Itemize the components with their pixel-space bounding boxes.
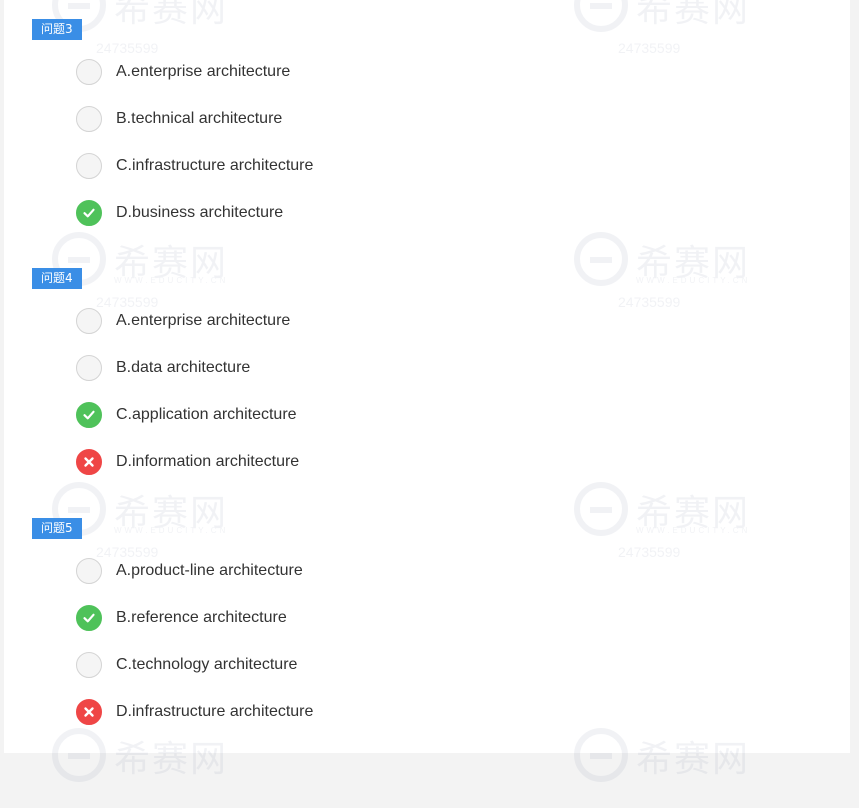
watermark: 希赛网 WWW.EDUCITY.CN 24735599 (574, 482, 774, 562)
radio-empty-icon[interactable] (76, 558, 102, 584)
watermark-brand: 希赛网 (636, 739, 751, 780)
check-icon[interactable] (76, 200, 102, 226)
radio-empty-icon[interactable] (76, 106, 102, 132)
option-text: D.business architecture (116, 204, 284, 221)
question-label: 问题4 (32, 268, 82, 289)
option-text: B.data architecture (116, 359, 251, 376)
option-5c[interactable]: C.technology architecture (76, 651, 297, 679)
watermark-brand: 希赛网 (114, 243, 229, 284)
watermark: 希赛网 (574, 728, 774, 808)
option-3b[interactable]: B.technical architecture (76, 105, 282, 133)
question-label: 问题5 (32, 518, 82, 539)
watermark: 希赛网 24735599 (52, 0, 252, 58)
watermark-logo-icon (574, 728, 628, 782)
watermark-brand: 希赛网 (636, 243, 751, 284)
watermark-logo-icon (574, 482, 628, 536)
option-text: C.technology architecture (116, 656, 298, 673)
option-text: C.application architecture (116, 406, 297, 423)
option-5a[interactable]: A.product-line architecture (76, 557, 303, 585)
watermark-brand: 希赛网 (114, 493, 229, 534)
question-label: 问题3 (32, 19, 82, 40)
radio-empty-icon[interactable] (76, 652, 102, 678)
cross-icon[interactable] (76, 449, 102, 475)
option-text: A.product-line architecture (116, 562, 303, 579)
option-5d[interactable]: D.infrastructure architecture (76, 698, 313, 726)
radio-empty-icon[interactable] (76, 355, 102, 381)
option-3c[interactable]: C.infrastructure architecture (76, 152, 313, 180)
watermark: 希赛网 WWW.EDUCITY.CN 24735599 (52, 232, 252, 312)
radio-empty-icon[interactable] (76, 59, 102, 85)
option-text: D.information architecture (116, 453, 300, 470)
option-4a[interactable]: A.enterprise architecture (76, 307, 290, 335)
option-3a[interactable]: A.enterprise architecture (76, 58, 290, 86)
option-text: B.technical architecture (116, 110, 283, 127)
watermark: 希赛网 (52, 728, 252, 808)
watermark-id: 24735599 (618, 40, 681, 56)
radio-empty-icon[interactable] (76, 308, 102, 334)
option-text: C.infrastructure architecture (116, 157, 314, 174)
watermark-brand: 希赛网 (114, 739, 229, 780)
watermark-brand: 希赛网 (636, 493, 751, 534)
watermark-id: 24735599 (618, 544, 681, 560)
check-icon[interactable] (76, 402, 102, 428)
watermark-site: WWW.EDUCITY.CN (636, 276, 751, 285)
option-text: D.infrastructure architecture (116, 703, 314, 720)
watermark: 希赛网 24735599 (574, 0, 774, 58)
watermark-brand: 希赛网 (636, 0, 751, 30)
watermark-site: WWW.EDUCITY.CN (636, 526, 751, 535)
option-text: B.reference architecture (116, 609, 287, 626)
option-text: A.enterprise architecture (116, 63, 291, 80)
option-5b[interactable]: B.reference architecture (76, 604, 287, 632)
cross-icon[interactable] (76, 699, 102, 725)
option-4c[interactable]: C.application architecture (76, 401, 297, 429)
watermark-id: 24735599 (96, 40, 159, 56)
question-panel: 希赛网 24735599 希赛网 24735599 希赛网 WWW.EDUCIT… (4, 0, 850, 782)
option-3d[interactable]: D.business architecture (76, 199, 283, 227)
watermark: 希赛网 WWW.EDUCITY.CN 24735599 (52, 482, 252, 562)
watermark-site: WWW.EDUCITY.CN (114, 276, 229, 285)
option-4d[interactable]: D.information architecture (76, 448, 299, 476)
watermark-site: WWW.EDUCITY.CN (114, 526, 229, 535)
check-icon[interactable] (76, 605, 102, 631)
watermark-logo-icon (574, 0, 628, 32)
option-text: A.enterprise architecture (116, 312, 291, 329)
watermark-logo-icon (574, 232, 628, 286)
radio-empty-icon[interactable] (76, 153, 102, 179)
option-4b[interactable]: B.data architecture (76, 354, 250, 382)
watermark-logo-icon (52, 728, 106, 782)
watermark-id: 24735599 (618, 294, 681, 310)
watermark-brand: 希赛网 (114, 0, 229, 30)
watermark: 希赛网 WWW.EDUCITY.CN 24735599 (574, 232, 774, 312)
